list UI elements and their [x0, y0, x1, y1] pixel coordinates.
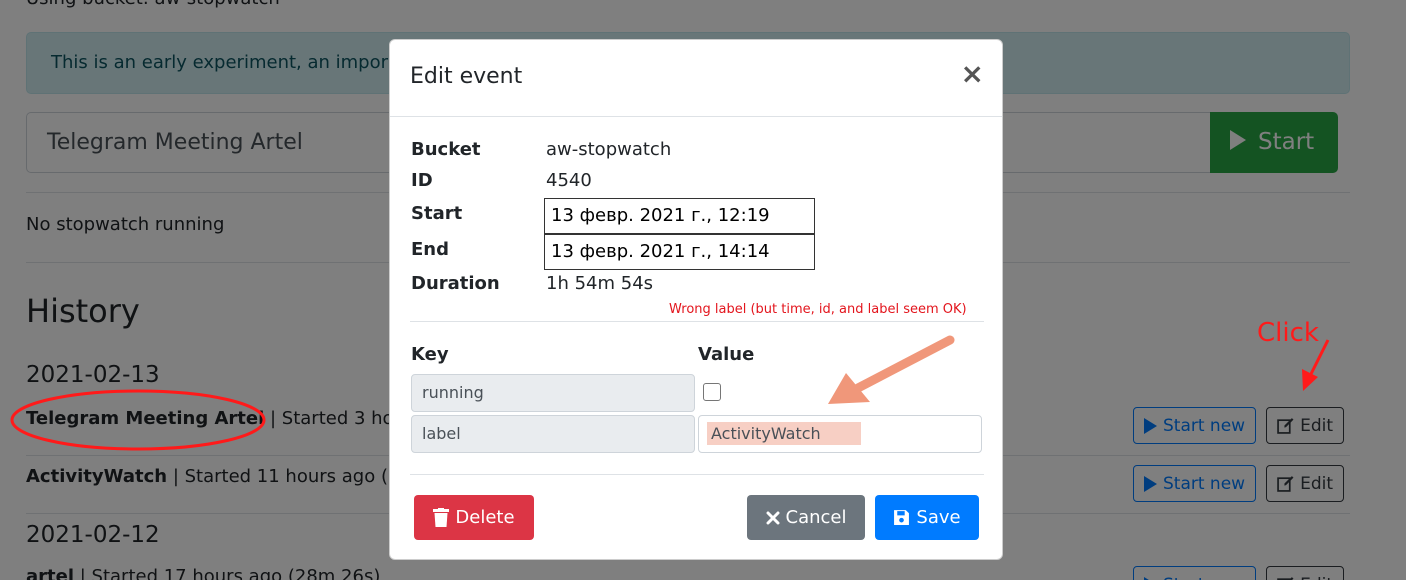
id-value: 4540 [546, 170, 592, 191]
modal-title: Edit event [410, 64, 523, 89]
end-datetime-input[interactable]: 13 февр. 2021 г., 14:14 [544, 234, 815, 270]
trash-icon [433, 508, 450, 527]
delete-button[interactable]: Delete [414, 495, 534, 540]
value-column-header: Value [698, 344, 755, 365]
divider [410, 321, 984, 322]
edit-event-modal: Edit event × Bucket aw-stopwatch ID 4540… [389, 39, 1003, 560]
save-label: Save [916, 507, 961, 528]
save-button[interactable]: Save [875, 495, 979, 540]
id-label: ID [411, 170, 433, 191]
label-value-text: ActivityWatch [707, 422, 861, 445]
close-icon [766, 511, 779, 524]
wrong-label-annotation: Wrong label (but time, id, and label see… [669, 302, 967, 317]
click-annotation: Click [1257, 318, 1319, 348]
label-value-input[interactable]: ActivityWatch [698, 415, 982, 453]
end-label: End [411, 239, 449, 260]
key-column-header: Key [411, 344, 449, 365]
running-checkbox[interactable] [703, 383, 721, 401]
start-label: Start [411, 203, 463, 224]
close-icon[interactable]: × [961, 60, 984, 88]
data-key-field: running [411, 374, 695, 412]
delete-label: Delete [455, 507, 515, 528]
duration-label: Duration [411, 273, 500, 294]
bucket-label: Bucket [411, 139, 481, 160]
start-datetime-input[interactable]: 13 февр. 2021 г., 12:19 [544, 198, 815, 234]
duration-value: 1h 54m 54s [546, 273, 654, 294]
cancel-label: Cancel [785, 507, 847, 528]
cancel-button[interactable]: Cancel [747, 495, 865, 540]
bucket-value: aw-stopwatch [546, 139, 672, 160]
divider [410, 474, 984, 475]
data-key-field: label [411, 415, 695, 453]
modal-header: Edit event × [390, 40, 1002, 117]
floppy-disk-icon [894, 510, 910, 525]
